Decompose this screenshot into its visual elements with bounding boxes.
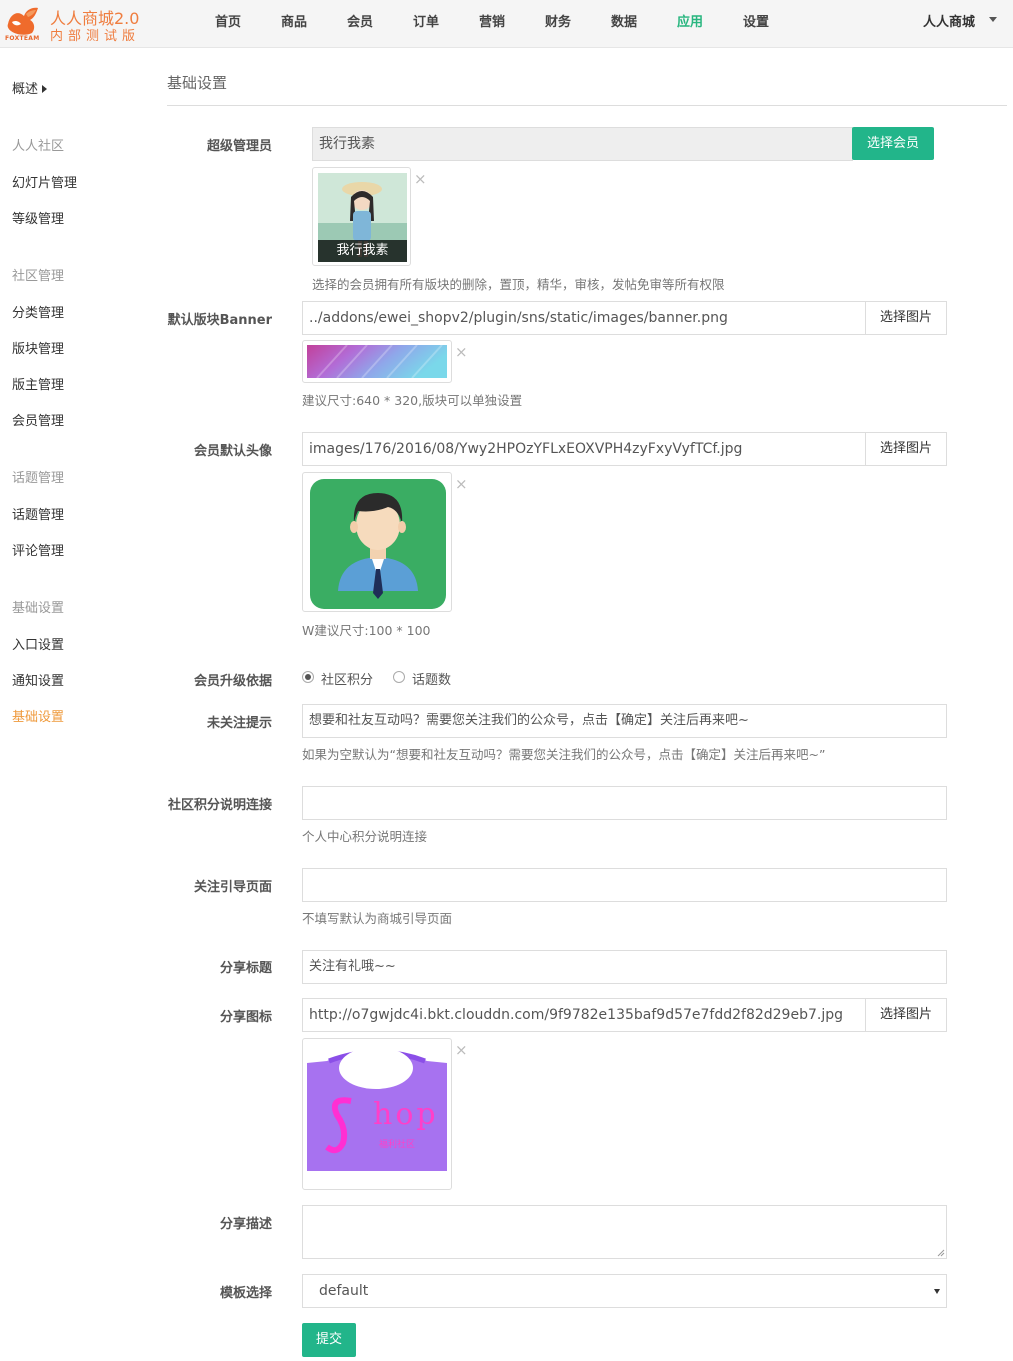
super-admin-hint: 选择的会员拥有所有版块的删除，置顶，精华，审核，发帖免审等所有权限 xyxy=(312,277,725,292)
select-member-button[interactable]: 选择会员 xyxy=(852,127,934,160)
upgrade-basis-label: 会员升级依据 xyxy=(193,674,272,689)
banner-image xyxy=(307,345,447,378)
fox-logo-icon xyxy=(7,7,38,35)
radio-community-credits[interactable] xyxy=(302,671,314,683)
brand-tag: FOXTEAM xyxy=(5,35,40,42)
nav-item-goods[interactable]: 商品 xyxy=(261,0,327,48)
follow-page-label: 关注引导页面 xyxy=(193,880,272,895)
remove-share-icon-icon[interactable]: × xyxy=(455,1043,468,1058)
unfollow-tip-label: 未关注提示 xyxy=(206,716,272,731)
default-avatar-hint: W建议尺寸:100 * 100 xyxy=(302,623,431,638)
sidebar-item-moderators[interactable]: 版主管理 xyxy=(12,374,64,393)
banner-path-input[interactable]: ../addons/ewei_shopv2/plugin/sns/static/… xyxy=(302,301,866,335)
share-icon-image-text: hop xyxy=(373,1097,439,1132)
share-icon-image-small-text: 福利社区 xyxy=(379,1140,416,1150)
nav-item-orders[interactable]: 订单 xyxy=(393,0,459,48)
banner-label: 默认版块Banner xyxy=(167,313,272,328)
radio-community-credits-label[interactable]: 社区积分 xyxy=(321,669,373,688)
template-selected-value: default xyxy=(319,1283,369,1299)
sidebar-overview-label: 概述 xyxy=(12,82,39,97)
banner-select-image-button[interactable]: 选择图片 xyxy=(865,301,947,335)
avatar-caption: 我行我素 xyxy=(318,240,407,262)
radio-topic-count-label[interactable]: 话题数 xyxy=(412,669,451,688)
default-avatar-image xyxy=(310,479,446,609)
sidebar-item-overview[interactable]: 概述 xyxy=(12,78,48,97)
share-title-input[interactable]: 关注有礼哦~~ xyxy=(302,950,947,984)
shop-name: 人人商城 xyxy=(922,15,975,30)
nav-item-apps[interactable]: 应用 xyxy=(657,0,723,48)
share-desc-label: 分享描述 xyxy=(219,1217,272,1232)
super-admin-avatar-card: 我行我素 xyxy=(312,167,411,266)
remove-banner-icon[interactable]: × xyxy=(455,345,468,360)
unfollow-tip-input[interactable]: 想要和社友互动吗？需要您关注我们的公众号，点击【确定】关注后再来吧~ xyxy=(302,704,947,738)
caret-right-icon xyxy=(42,84,48,93)
sidebar-item-slides[interactable]: 幻灯片管理 xyxy=(12,172,77,191)
nav-item-marketing[interactable]: 营销 xyxy=(459,0,525,48)
top-navbar: FOXTEAM 人人商城2.0 内部测试版 首页 商品 会员 订单 营销 财务 … xyxy=(0,0,1013,48)
share-icon-label: 分享图标 xyxy=(219,1010,272,1025)
follow-page-input[interactable] xyxy=(302,868,947,902)
template-select[interactable]: default xyxy=(302,1274,947,1308)
share-icon-card: hop 福利社区 xyxy=(302,1038,452,1190)
follow-page-hint: 不填写默认为商城引导页面 xyxy=(302,911,453,926)
share-icon-url-input[interactable]: http://o7gwjdc4i.bkt.clouddn.com/9f9782e… xyxy=(302,998,866,1032)
share-title-label: 分享标题 xyxy=(219,961,272,976)
sidebar-item-boards[interactable]: 版块管理 xyxy=(12,338,64,357)
super-admin-input[interactable]: 我行我素 xyxy=(312,127,853,161)
super-admin-label: 超级管理员 xyxy=(206,139,272,154)
default-avatar-card xyxy=(302,472,452,612)
select-arrow-icon xyxy=(934,1289,940,1294)
page-title: 基础设置 xyxy=(167,74,228,92)
share-icon-select-image-button[interactable]: 选择图片 xyxy=(865,998,947,1032)
brand-subtitle: 内部测试版 xyxy=(50,29,141,44)
nav-item-data[interactable]: 数据 xyxy=(591,0,657,48)
sidebar-heading-community-admin: 社区管理 xyxy=(12,269,65,284)
default-avatar-label: 会员默认头像 xyxy=(193,444,272,459)
caret-down-icon xyxy=(989,17,997,22)
credit-link-input[interactable] xyxy=(302,786,947,820)
brand-logo[interactable]: FOXTEAM 人人商城2.0 内部测试版 xyxy=(4,4,154,44)
banner-hint: 建议尺寸:640 * 320,版块可以单独设置 xyxy=(302,393,523,408)
remove-avatar-icon[interactable]: × xyxy=(455,477,468,492)
radio-topic-count[interactable] xyxy=(393,671,405,683)
sidebar-item-members[interactable]: 会员管理 xyxy=(12,410,64,429)
sidebar-item-comments[interactable]: 评论管理 xyxy=(12,540,64,559)
sidebar-item-levels[interactable]: 等级管理 xyxy=(12,208,64,227)
credit-link-hint: 个人中心积分说明连接 xyxy=(302,829,428,844)
main-nav: 首页 商品 会员 订单 营销 财务 数据 应用 设置 xyxy=(195,0,789,48)
shop-dropdown[interactable]: 人人商城 xyxy=(923,0,997,48)
sidebar-item-topics[interactable]: 话题管理 xyxy=(12,504,64,523)
nav-item-finance[interactable]: 财务 xyxy=(525,0,591,48)
template-label: 模板选择 xyxy=(219,1286,272,1301)
nav-item-members[interactable]: 会员 xyxy=(327,0,393,48)
default-avatar-path-input[interactable]: images/176/2016/08/Ywy2HPOzYFLxEOXVPH4zy… xyxy=(302,432,866,466)
resize-grip-icon[interactable] xyxy=(936,1248,945,1257)
nav-item-home[interactable]: 首页 xyxy=(195,0,261,48)
submit-button[interactable]: 提交 xyxy=(302,1323,356,1357)
unfollow-tip-hint: 如果为空默认为“想要和社友互动吗？需要您关注我们的公众号，点击【确定】关注后再来… xyxy=(302,747,826,762)
credit-link-label: 社区积分说明连接 xyxy=(167,798,272,813)
title-divider xyxy=(167,105,1007,106)
sidebar-heading-basic: 基础设置 xyxy=(12,601,65,616)
sidebar-item-entry[interactable]: 入口设置 xyxy=(12,634,64,653)
banner-preview-card xyxy=(302,340,452,383)
share-desc-textarea[interactable] xyxy=(302,1205,947,1259)
nav-item-settings[interactable]: 设置 xyxy=(723,0,789,48)
avatar-select-image-button[interactable]: 选择图片 xyxy=(865,432,947,466)
sidebar-heading-topics: 话题管理 xyxy=(12,471,65,486)
remove-member-icon[interactable]: × xyxy=(414,172,427,187)
